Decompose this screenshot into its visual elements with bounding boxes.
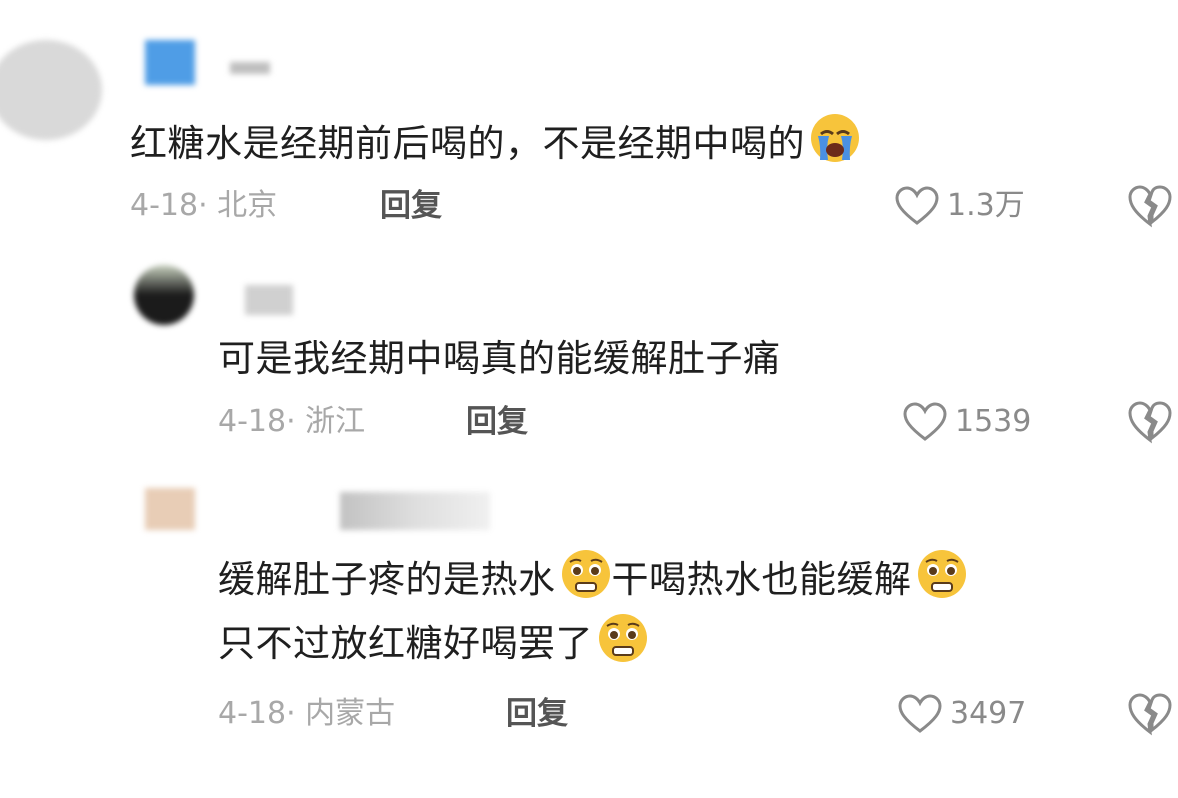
heart-icon	[903, 402, 947, 441]
dislike-broken-heart-icon[interactable]	[1128, 692, 1172, 736]
pleading-face-icon	[917, 550, 966, 598]
comment-date-location: 4-18· 内蒙古	[218, 696, 396, 731]
reply-button[interactable]: 回复	[506, 694, 568, 734]
dislike-broken-heart-icon[interactable]	[1128, 400, 1172, 444]
pleading-face-icon	[599, 614, 647, 662]
avatar[interactable]	[134, 265, 194, 325]
avatar[interactable]	[0, 40, 102, 140]
heart-icon	[895, 186, 939, 225]
heart-icon	[898, 694, 942, 733]
comment-date-location: 4-18· 浙江	[218, 404, 366, 439]
like-count: 1539	[955, 404, 1032, 439]
like-button[interactable]: 1539	[903, 402, 1031, 442]
reply-button[interactable]: 回复	[466, 402, 528, 442]
username-blurred[interactable]	[340, 492, 490, 530]
crying-face-icon	[811, 114, 859, 162]
username-blurred[interactable]	[245, 285, 293, 315]
username-blurred[interactable]	[230, 62, 270, 74]
dislike-broken-heart-icon[interactable]	[1128, 184, 1172, 228]
reply-button[interactable]: 回复	[380, 186, 442, 226]
comment-text: 红糖水是经期前后喝的，不是经期中喝的	[130, 112, 861, 175]
comment-text-line-1: 缓解肚子疼的是热水 干喝热水也能缓解	[218, 548, 968, 611]
like-button[interactable]: 3497	[898, 694, 1026, 734]
comment-text-line-2: 只不过放红糖好喝罢了	[218, 612, 649, 675]
pleading-face-icon	[561, 550, 610, 598]
comment-text: 可是我经期中喝真的能缓解肚子痛	[218, 337, 781, 380]
avatar[interactable]	[145, 488, 195, 530]
comment-date-location: 4-18· 北京	[130, 188, 278, 223]
like-count: 1.3万	[947, 188, 1025, 223]
like-button[interactable]: 1.3万	[895, 186, 1025, 226]
username-blurred[interactable]	[145, 40, 195, 85]
like-count: 3497	[950, 696, 1027, 731]
